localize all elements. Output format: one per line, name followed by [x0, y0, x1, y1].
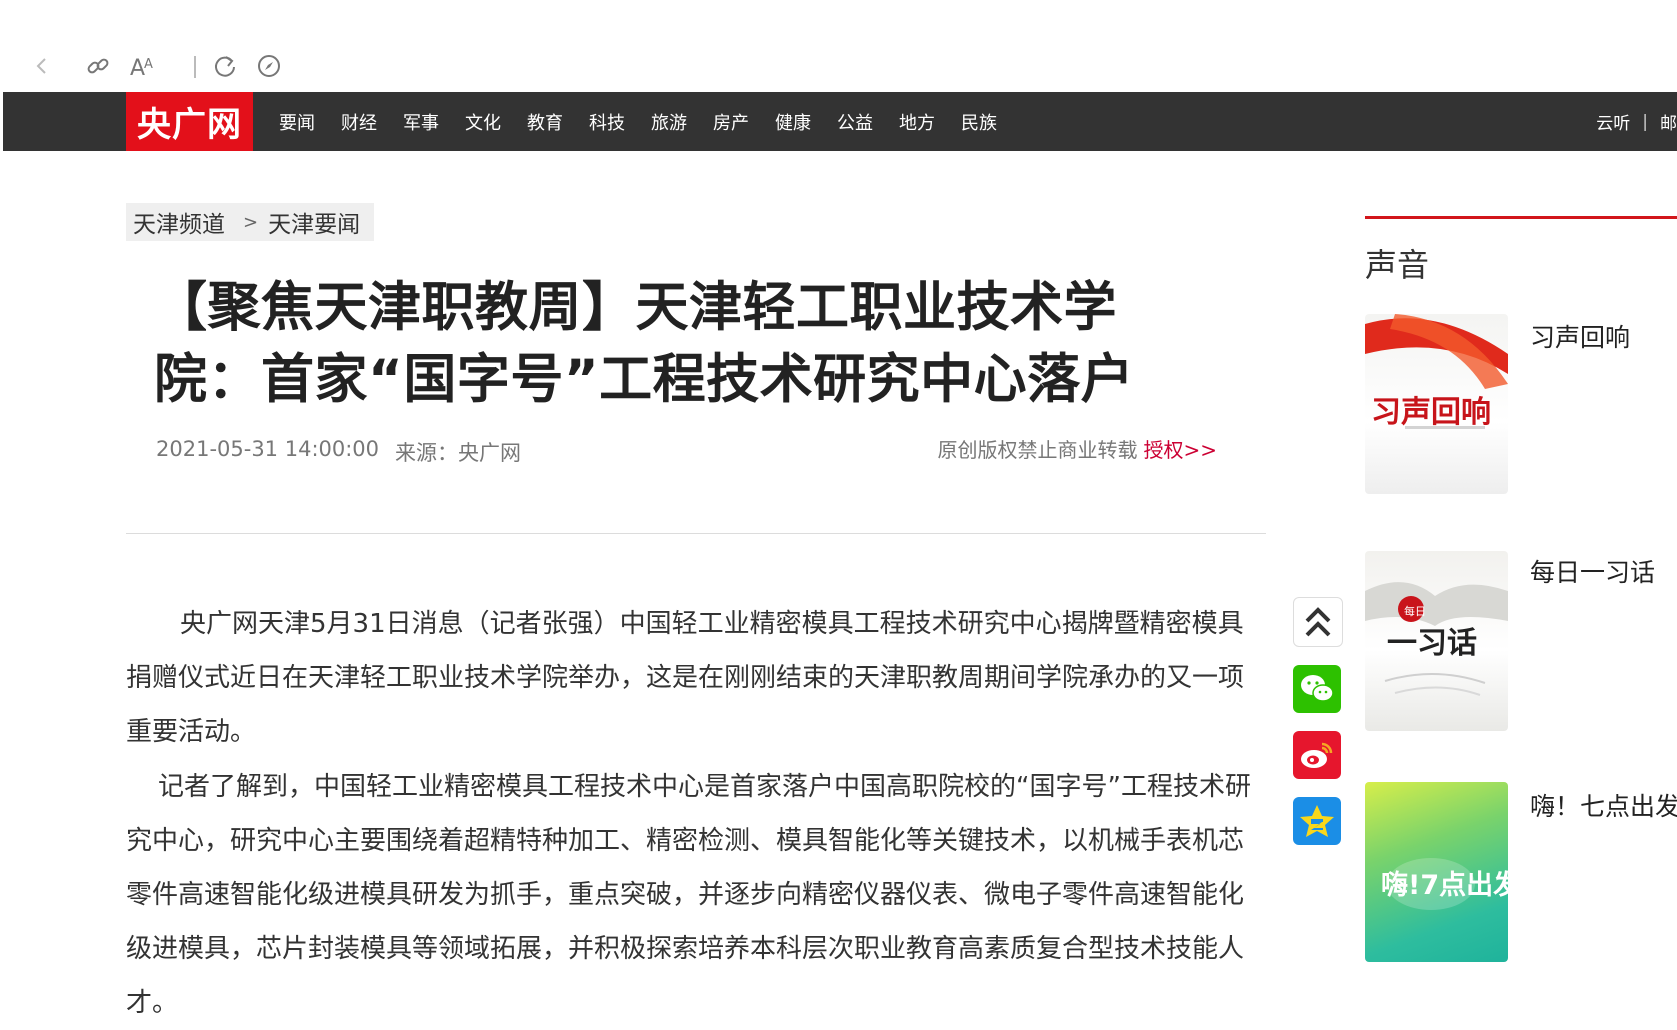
refresh-icon[interactable] — [207, 48, 243, 84]
nav-item-keji[interactable]: 科技 — [589, 109, 625, 135]
font-size-icon[interactable]: AA — [125, 48, 161, 84]
compass-icon[interactable] — [251, 48, 287, 84]
copyright-text: 原创版权禁止商业转载 — [937, 438, 1138, 462]
article-meta: 2021-05-31 14:00:00 来源： 央广网 — [156, 437, 521, 467]
site-logo[interactable]: 央广网 — [126, 92, 253, 151]
toolbar-divider — [194, 56, 196, 78]
article-paragraph: 央广网天津5月31日消息（记者张强）中国轻工业精密模具工程技术研究中心揭牌暨精密… — [126, 609, 1245, 747]
nav-menu: 要闻 财经 军事 文化 教育 科技 旅游 房产 健康 公益 地方 民族 — [279, 92, 1023, 151]
nav-item-wenhua[interactable]: 文化 — [465, 109, 501, 135]
qzone-icon[interactable] — [1293, 797, 1341, 845]
svg-text:A: A — [130, 56, 145, 79]
article-datetime: 2021-05-31 14:00:00 — [156, 437, 380, 461]
nav-item-yaowen[interactable]: 要闻 — [279, 109, 315, 135]
breadcrumb-parent[interactable]: 天津频道 — [133, 205, 225, 239]
nav-item-gongyi[interactable]: 公益 — [837, 109, 873, 135]
card-image-text: 嗨!7点出发 — [1381, 869, 1508, 901]
copyright-notice: 原创版权禁止商业转载 授权>> — [937, 434, 1217, 463]
scroll-top-icon[interactable] — [1293, 597, 1343, 647]
authorization-link[interactable]: 授权>> — [1143, 438, 1217, 462]
nav-item-jiaoyu[interactable]: 教育 — [527, 109, 563, 135]
card-image-meiri[interactable]: 每日 一习话 — [1365, 551, 1508, 731]
breadcrumb: 天津频道 > 天津要闻 — [126, 203, 375, 241]
weibo-icon[interactable] — [1293, 731, 1341, 779]
nav-item-lvyou[interactable]: 旅游 — [651, 109, 687, 135]
nav-item-caijing[interactable]: 财经 — [341, 109, 377, 135]
article-source-label: 来源： — [395, 441, 459, 465]
card-image-7dian[interactable]: 嗨!7点出发 — [1365, 782, 1508, 962]
article-title: 【聚焦天津职教周】天津轻工职业技术学院：首家“国字号”工程技术研究中心落户 — [154, 277, 1135, 410]
nav-item-minzu[interactable]: 民族 — [961, 109, 997, 135]
card-image-text: 一习话 — [1387, 626, 1477, 661]
card-label-meiri[interactable]: 每日一习话 — [1530, 553, 1655, 589]
sidebar-accent-line — [1365, 216, 1677, 219]
nav-item-jiankang[interactable]: 健康 — [775, 109, 811, 135]
article-paragraph: 记者了解到，中国轻工业精密模具工程技术中心是首家落户中国高职院校的“国字号”工程… — [126, 772, 1251, 1018]
nav-link-yunting[interactable]: 云听 — [1596, 109, 1630, 134]
link-icon[interactable] — [80, 48, 116, 84]
back-icon[interactable] — [24, 48, 60, 84]
sidebar-title: 声音 — [1365, 246, 1430, 284]
svg-text:A: A — [144, 57, 153, 72]
site-navbar: 央广网 要闻 财经 军事 文化 教育 科技 旅游 房产 健康 公益 地方 民族 … — [3, 92, 1677, 151]
nav-item-junshi[interactable]: 军事 — [403, 109, 439, 135]
card-label-xisheng[interactable]: 习声回响 — [1530, 318, 1630, 354]
nav-separator: | — [1642, 111, 1648, 132]
nav-link-mail[interactable]: 邮 — [1660, 109, 1677, 134]
card-image-xisheng[interactable]: 习声回响 — [1365, 314, 1508, 494]
nav-item-fangchan[interactable]: 房产 — [713, 109, 749, 135]
nav-right-links: 云听 | 邮 — [1596, 92, 1677, 151]
breadcrumb-arrow: > — [243, 211, 259, 233]
article-divider — [126, 533, 1266, 534]
article-source: 央广网 — [458, 441, 522, 465]
card-badge: 每日 — [1404, 604, 1426, 618]
breadcrumb-current[interactable]: 天津要闻 — [268, 205, 360, 239]
card-label-7dian[interactable]: 嗨！七点出发 — [1530, 787, 1677, 823]
nav-item-difang[interactable]: 地方 — [899, 109, 935, 135]
card-image-text: 习声回响 — [1371, 395, 1491, 430]
wechat-icon[interactable] — [1293, 665, 1341, 713]
browser-toolbar: AA — [0, 0, 1677, 92]
